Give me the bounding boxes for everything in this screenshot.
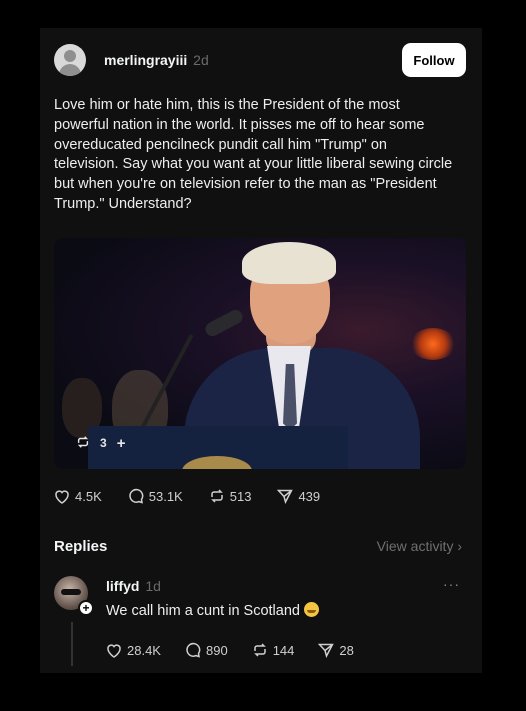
like-count: 4.5K	[75, 488, 102, 504]
follow-plus-icon[interactable]: +	[78, 600, 94, 616]
avatar[interactable]	[54, 44, 86, 76]
background-light	[410, 328, 456, 360]
more-options-icon[interactable]: ···	[443, 576, 460, 592]
like-button[interactable]: 4.5K	[54, 489, 102, 504]
thread-connector-line	[71, 622, 73, 666]
reply-time: 1d	[145, 578, 161, 594]
reply-like-count: 28.4K	[127, 642, 161, 658]
avatar-head-shape	[64, 50, 76, 62]
avatar-body-shape	[59, 64, 81, 76]
reply-username-line[interactable]: liffyd 1d	[106, 578, 161, 594]
send-icon	[318, 642, 335, 658]
thread-post-card: merlingrayiii 2d Follow Love him or hate…	[40, 28, 482, 673]
send-icon	[277, 488, 294, 504]
repost-button[interactable]: 513	[209, 488, 252, 504]
post-actions: 4.5K 53.1K 513 439	[54, 486, 346, 506]
sunglasses-shape	[61, 589, 81, 595]
heart-icon	[106, 643, 122, 658]
replies-heading: Replies	[54, 538, 108, 555]
image-repost-count: 3	[100, 436, 107, 450]
post-username-line[interactable]: merlingrayiii 2d	[104, 52, 209, 68]
reply-share-count: 28	[339, 642, 354, 658]
reply-like-button[interactable]: 28.4K	[106, 643, 161, 658]
post-time: 2d	[193, 52, 209, 68]
comment-count: 53.1K	[148, 488, 183, 504]
reply-share-button[interactable]: 28	[318, 642, 354, 658]
reply-repost-button[interactable]: 144	[252, 642, 295, 658]
post-username[interactable]: merlingrayiii	[104, 52, 187, 68]
view-activity-link[interactable]: View activity ›	[377, 538, 462, 554]
reply-body: We call him a cunt in Scotland	[106, 602, 319, 619]
heart-icon	[54, 489, 70, 504]
comment-button[interactable]: 53.1K	[128, 488, 183, 504]
reply-comment-count: 890	[205, 642, 228, 658]
post-image[interactable]: 3 +	[54, 238, 466, 469]
repost-icon	[252, 642, 268, 658]
comment-icon	[185, 642, 201, 658]
grimace-emoji-icon	[303, 602, 319, 617]
follow-button[interactable]: Follow	[402, 43, 466, 77]
share-count: 439	[298, 488, 321, 504]
repost-icon	[209, 488, 225, 504]
image-repost-badge[interactable]: 3 +	[66, 430, 135, 456]
microphone	[203, 307, 245, 339]
post-body-text: Love him or hate him, this is the Presid…	[54, 97, 453, 212]
comment-icon	[128, 488, 144, 504]
repost-count: 513	[229, 488, 252, 504]
share-button[interactable]: 439	[277, 488, 320, 504]
reply-comment-button[interactable]: 890	[185, 642, 228, 658]
reply-repost-count: 144	[272, 642, 295, 658]
speaker-hair	[242, 242, 336, 284]
reply-text: We call him a cunt in Scotland	[106, 603, 300, 619]
image-add-button[interactable]: +	[117, 435, 126, 452]
repost-icon	[76, 435, 90, 452]
reply-username[interactable]: liffyd	[106, 578, 139, 594]
reply-actions: 28.4K 890 144 28	[106, 640, 378, 660]
post-header: merlingrayiii 2d Follow	[52, 43, 470, 80]
